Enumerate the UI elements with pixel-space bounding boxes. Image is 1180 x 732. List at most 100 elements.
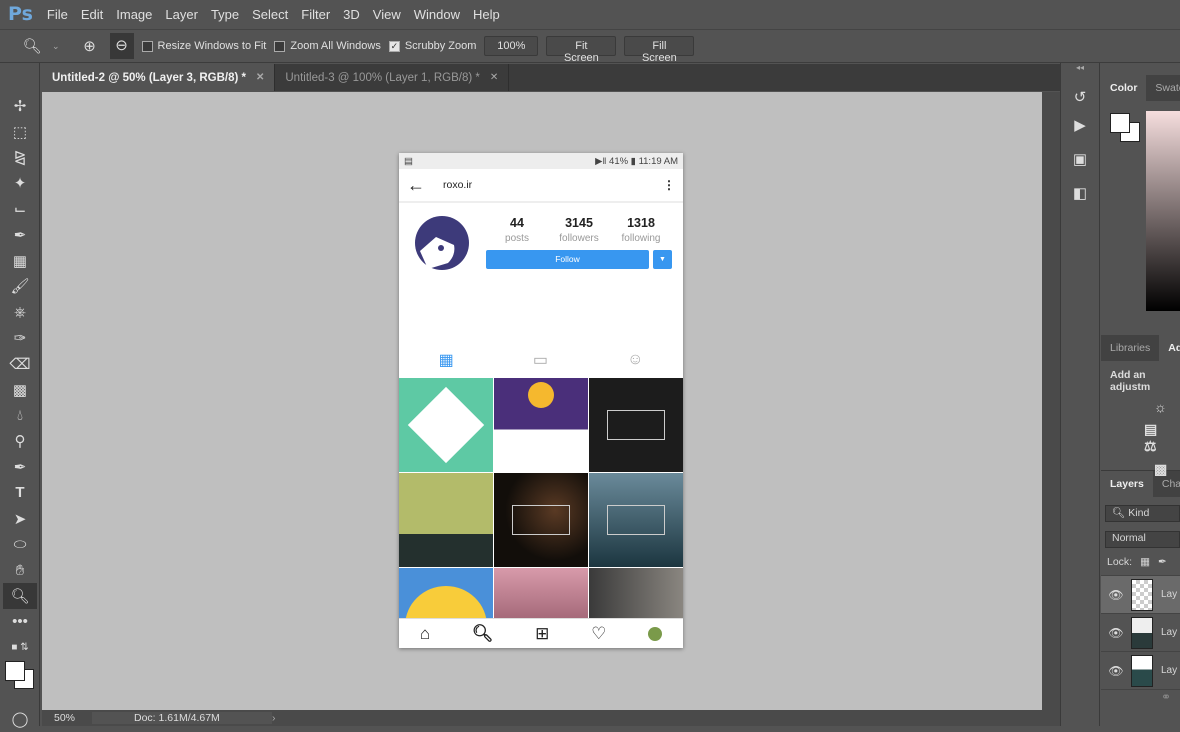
tab-label: Untitled-2 @ 50% (Layer 3, RGB/8) * [52,71,246,84]
menu-layer[interactable]: Layer [165,7,198,22]
menu-edit[interactable]: Edit [81,7,103,22]
lock-paint-icon[interactable]: ✒ [1158,556,1167,568]
menu-view[interactable]: View [373,7,401,22]
zoom-tool-icon[interactable]: 🔍︎ [3,583,37,609]
tab-libraries[interactable]: Libraries [1101,335,1159,361]
hand-tool-icon[interactable]: ✋︎ [0,557,40,583]
marquee-tool-icon[interactable]: ⬚ [0,119,40,145]
close-icon[interactable]: ✕ [256,72,264,83]
chevron-down-icon[interactable]: ⌄ [52,41,60,52]
following-label: following [621,233,661,244]
visibility-eye-icon[interactable]: 👁︎ [1101,664,1131,678]
post-thumbnail [589,568,683,619]
eyedropper-tool-icon[interactable]: ✒ [0,222,40,248]
menu-select[interactable]: Select [252,7,288,22]
lock-transparent-icon[interactable]: ▦ [1140,556,1150,568]
eraser-tool-icon[interactable]: ⌫ [0,351,40,377]
search-icon: 🔍︎ [1112,507,1126,519]
history-brush-tool-icon[interactable]: ✑ [0,325,40,351]
menu-window[interactable]: Window [414,7,460,22]
vertical-scrollbar[interactable] [1042,92,1060,710]
clone-stamp-tool-icon[interactable]: ⎈ [0,299,40,325]
fit-screen-button[interactable]: Fit Screen [546,36,617,64]
search-icon: 🔍︎ [471,623,494,643]
path-selection-tool-icon[interactable]: ➤ [0,506,40,532]
blur-tool-icon[interactable]: 💧︎ [0,403,40,429]
tab-adjustments[interactable]: Ad [1159,335,1180,361]
levels-balance-icon[interactable]: ▤ ⚖ [1144,421,1171,455]
tab-untitled-3[interactable]: Untitled-3 @ 100% (Layer 1, RGB/8) * ✕ [275,64,510,91]
swap-colors-icon[interactable]: ■ ⇅ [0,635,40,661]
crop-tool-icon[interactable]: ⌙ [0,196,40,222]
more-tools-icon[interactable]: ••• [0,609,40,635]
close-icon[interactable]: ✕ [490,72,498,83]
scrubby-zoom-checkbox[interactable]: ✓ Scrubby Zoom [388,40,477,52]
foreground-color[interactable] [1110,113,1130,133]
gradient-tool-icon[interactable]: ▩ [0,377,40,403]
post-thumbnail [494,568,588,619]
phone-status-bar: ▤ ▶‖ 41% ▮ 11:19 AM [399,153,683,169]
menu-3d[interactable]: 3D [343,7,360,22]
brush-tool-icon[interactable]: 🖌︎ [0,274,40,300]
collapse-icon[interactable]: ◂◂ [1061,63,1099,83]
zoom-out-icon[interactable]: ⊖ [109,33,134,59]
zoom-in-icon[interactable]: ⊕ [78,37,102,55]
chevron-right-icon[interactable]: › [272,712,276,724]
photoshop-logo: Ps [8,3,33,25]
brightness-icon[interactable]: ☼ [1154,399,1171,415]
menu-help[interactable]: Help [473,7,500,22]
tab-layers[interactable]: Layers [1101,471,1153,497]
zoom-level[interactable]: 50% [42,712,92,724]
layer-row[interactable]: 👁︎ Lay [1101,614,1180,652]
layer-row[interactable]: 👁︎ Lay [1101,576,1180,614]
doc-size: Doc: 1.61M/4.67M [92,712,272,724]
pen-tool-icon[interactable]: ✒ [0,454,40,480]
color-picker-field[interactable] [1146,111,1180,311]
tab-color[interactable]: Color [1101,75,1147,101]
followers-stat: 3145 followers [549,216,609,244]
resize-windows-checkbox[interactable]: Resize Windows to Fit [141,40,266,52]
zoom-all-windows-checkbox[interactable]: Zoom All Windows [274,40,381,52]
menu-bar: Ps File Edit Image Layer Type Select Fil… [0,0,1180,28]
menu-filter[interactable]: Filter [301,7,330,22]
zoom-100-button[interactable]: 100% [484,36,539,56]
properties-icon[interactable]: ◧ [1061,179,1099,207]
zoom-all-label: Zoom All Windows [290,40,381,52]
fill-screen-button[interactable]: Fill Screen [624,36,695,64]
post-thumbnail [399,473,493,567]
healing-brush-tool-icon[interactable]: ▦ [0,248,40,274]
magic-wand-tool-icon[interactable]: ✦ [0,170,40,196]
status-right: ▶‖ 41% ▮ 11:19 AM [595,155,678,167]
menu-file[interactable]: File [47,7,68,22]
color-swatches[interactable] [0,660,39,695]
layer-row[interactable]: 👁︎ Lay [1101,652,1180,690]
tab-untitled-2[interactable]: Untitled-2 @ 50% (Layer 3, RGB/8) * ✕ [42,64,276,91]
menu-image[interactable]: Image [116,7,152,22]
lock-row: Lock: ▦ ✒ [1101,548,1180,576]
visibility-eye-icon[interactable]: 👁︎ [1101,588,1131,602]
tab-swatches[interactable]: Swatc [1146,75,1180,101]
lasso-tool-icon[interactable]: ⧎ [0,145,40,171]
layer-thumbnail [1131,578,1153,611]
type-tool-icon[interactable]: T [0,480,40,506]
actions-play-icon[interactable]: ▶ [1061,111,1099,139]
back-arrow-icon: ← [407,174,425,195]
visibility-eye-icon[interactable]: 👁︎ [1101,626,1131,640]
right-panels: ColorSwatc LibrariesAd Add an adjustm ☼ … [1101,63,1180,726]
layer-kind-filter[interactable]: 🔍︎ Kind [1105,505,1180,522]
link-layers-icon[interactable]: ⚭ [1101,690,1180,710]
3d-icon[interactable]: ▣ [1061,145,1099,173]
history-icon[interactable]: ↺ [1061,83,1099,111]
move-tool-icon[interactable]: ✢ [0,93,40,119]
dodge-tool-icon[interactable]: ⚲ [0,428,40,454]
adjustments-title: Add an adjustm [1110,369,1151,393]
grid-view-icon: ▦ [438,351,454,369]
menu-type[interactable]: Type [211,7,239,22]
tab-channels[interactable]: Chan [1153,471,1180,497]
blend-mode-select[interactable]: Normal [1105,531,1180,548]
quick-mask-icon[interactable]: ◯ [0,707,40,732]
scrubby-zoom-label: Scrubby Zoom [404,40,477,52]
layer-thumbnail [1131,616,1153,649]
zoom-tool-preset-icon[interactable]: 🔍︎ [20,37,44,55]
ellipse-tool-icon[interactable]: ⬭ [0,532,40,558]
